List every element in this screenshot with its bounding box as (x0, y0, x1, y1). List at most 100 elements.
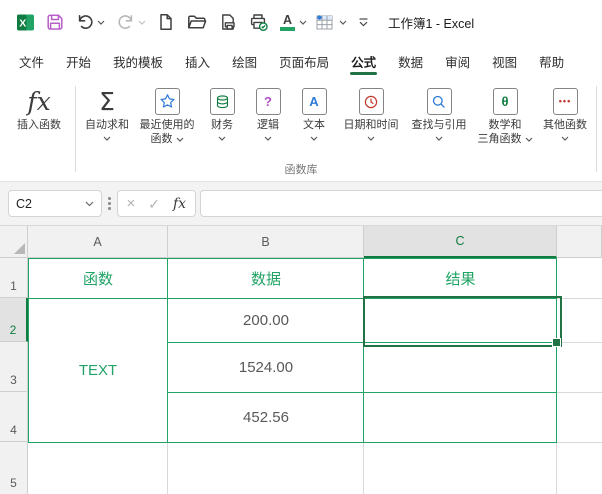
tab-formulas[interactable]: 公式 (340, 44, 387, 78)
date-time-button[interactable]: 日期和时间 (337, 83, 405, 141)
tab-draw[interactable]: 绘图 (221, 44, 268, 78)
insert-function-label: 插入函数 (17, 119, 61, 131)
font-color-button[interactable]: A (277, 7, 298, 37)
cancel-icon[interactable]: × (127, 196, 136, 211)
cell-A1[interactable]: 函数 (29, 259, 167, 298)
name-box[interactable]: C2 (8, 190, 102, 217)
column-header-B[interactable]: B (168, 226, 364, 258)
table-border (556, 258, 557, 443)
tab-view[interactable]: 视图 (481, 44, 528, 78)
ribbon: fx 插入函数 Σ 自动求和 最近使用的 函数 财务 ? 逻辑 A 文本 日期和… (0, 78, 602, 182)
tab-insert[interactable]: 插入 (174, 44, 221, 78)
autosum-label: 自动求和 (85, 119, 129, 131)
formula-input[interactable] (200, 190, 602, 217)
gridline (557, 298, 602, 299)
gridline (363, 442, 364, 494)
insert-function-button[interactable]: fx 插入函数 (6, 83, 72, 133)
lookup-reference-button[interactable]: 查找与引用 (405, 83, 473, 141)
chevron-down-icon (103, 136, 111, 141)
sigma-icon: Σ (99, 86, 115, 116)
tab-review[interactable]: 审阅 (434, 44, 481, 78)
chevron-down-icon (176, 137, 183, 142)
new-file-button[interactable] (151, 7, 181, 37)
open-file-button[interactable] (181, 7, 213, 37)
chevron-down-icon (218, 136, 226, 141)
quick-print-button[interactable] (243, 7, 274, 37)
cell-B4[interactable]: 452.56 (169, 393, 363, 442)
tab-home[interactable]: 开始 (55, 44, 102, 78)
search-book-icon (426, 88, 452, 115)
tab-help[interactable]: 帮助 (528, 44, 575, 78)
enter-icon[interactable]: ✓ (148, 197, 160, 211)
font-color-chevron-icon[interactable] (299, 20, 307, 25)
math-trig-label-line2: 三角函数 (477, 132, 522, 145)
autosum-button[interactable]: Σ 自动求和 (79, 83, 135, 141)
column-header-D-partial[interactable] (557, 226, 602, 258)
name-box-value: C2 (16, 196, 32, 211)
tab-page-layout[interactable]: 页面布局 (268, 44, 340, 78)
column-header-A[interactable]: A (28, 226, 168, 258)
font-color-bar (280, 26, 295, 31)
ribbon-divider (75, 86, 76, 172)
qat-overflow-icon (359, 18, 368, 27)
row-header-5[interactable]: 5 (0, 442, 28, 494)
recently-used-button[interactable]: 最近使用的 函数 (135, 83, 199, 146)
tab-file[interactable]: 文件 (8, 44, 55, 78)
text-book-icon: A (301, 88, 327, 115)
gridline (167, 442, 168, 494)
column-header-C[interactable]: C (364, 226, 557, 258)
select-all-corner[interactable] (0, 226, 28, 258)
excel-logo: X (11, 7, 40, 37)
freeze-panes-button[interactable] (311, 7, 338, 37)
excel-logo-icon: X (17, 14, 34, 30)
fill-handle[interactable] (552, 338, 561, 347)
window-title: 工作簿1 - Excel (388, 16, 475, 31)
chevron-down-icon (367, 136, 375, 141)
logical-label: 逻辑 (257, 119, 279, 131)
undo-icon (78, 15, 93, 29)
redo-button (111, 7, 137, 37)
recently-used-label-line1: 最近使用的 (139, 119, 195, 131)
tab-data[interactable]: 数据 (387, 44, 434, 78)
financial-button[interactable]: 财务 (199, 83, 245, 141)
row-header-2[interactable]: 2 (0, 298, 28, 342)
selected-cell-C2[interactable] (363, 296, 562, 347)
freeze-panes-icon (316, 15, 333, 30)
star-book-icon (154, 88, 180, 115)
undo-button[interactable] (70, 7, 96, 37)
math-trig-button[interactable]: θ 数学和 三角函数 (473, 83, 537, 146)
logical-button[interactable]: ? 逻辑 (245, 83, 291, 141)
new-file-icon (160, 14, 172, 30)
formula-bar: C2 × ✓ fx (0, 182, 602, 226)
qat-overflow-button[interactable] (353, 7, 374, 37)
row-header-3[interactable]: 3 (0, 342, 28, 392)
freeze-panes-chevron-icon[interactable] (339, 20, 347, 25)
text-button[interactable]: A 文本 (291, 83, 337, 141)
chevron-down-icon (264, 136, 272, 141)
gridline (557, 392, 602, 393)
ribbon-divider (596, 86, 597, 172)
undo-chevron-icon[interactable] (97, 20, 105, 25)
cell-C1[interactable]: 结果 (365, 259, 556, 298)
row-header-1[interactable]: 1 (0, 258, 28, 298)
table-border (167, 258, 168, 443)
row-header-4[interactable]: 4 (0, 392, 28, 442)
fx-icon: fx (27, 86, 51, 116)
question-book-icon: ? (255, 88, 281, 115)
more-book-icon: ••• (552, 88, 578, 115)
save-button[interactable] (40, 7, 70, 37)
cell-B3[interactable]: 1524.00 (169, 343, 363, 392)
cell-A2-merged[interactable]: TEXT (29, 299, 167, 442)
formula-bar-separator (108, 197, 111, 210)
lookup-reference-label: 查找与引用 (411, 119, 467, 131)
cell-B2[interactable]: 200.00 (169, 299, 363, 342)
chevron-down-icon (310, 136, 318, 141)
more-functions-button[interactable]: ••• 其他函数 (537, 83, 593, 141)
formula-bar-buttons: × ✓ fx (116, 190, 197, 217)
tab-my-templates[interactable]: 我的模板 (102, 44, 174, 78)
insert-function-fx-icon[interactable]: fx (173, 196, 186, 212)
print-preview-button[interactable] (213, 7, 243, 37)
cell-B1[interactable]: 数据 (169, 259, 363, 298)
clock-book-icon (358, 88, 384, 115)
theta-book-icon: θ (492, 88, 518, 115)
